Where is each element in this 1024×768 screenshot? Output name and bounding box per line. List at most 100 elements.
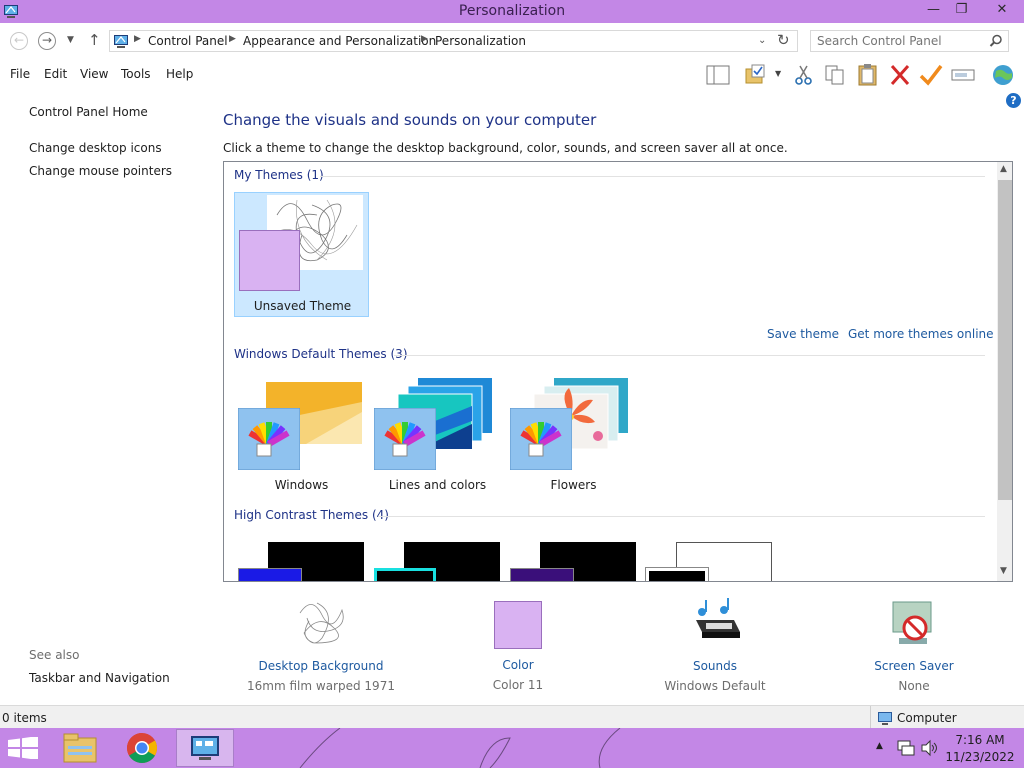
scroll-up-chevron-icon[interactable]: ▲ bbox=[1000, 164, 1007, 174]
properties-dropdown-chevron-icon[interactable]: ▼ bbox=[775, 69, 781, 78]
theme-high-contrast-2[interactable] bbox=[370, 542, 505, 581]
breadcrumb-personalization[interactable]: Personalization bbox=[435, 34, 526, 48]
setting-label[interactable]: Sounds bbox=[630, 659, 800, 673]
theme-color-swatch bbox=[510, 568, 574, 581]
theme-name: Flowers bbox=[550, 478, 597, 492]
status-divider bbox=[870, 706, 871, 729]
rename-icon[interactable] bbox=[950, 63, 976, 87]
theme-unsaved[interactable]: Unsaved Theme bbox=[234, 192, 369, 317]
search-box[interactable] bbox=[810, 30, 1009, 52]
theme-high-contrast-white[interactable] bbox=[642, 542, 777, 581]
theme-lines-and-colors[interactable]: Lines and colors bbox=[370, 372, 505, 497]
sounds-setting[interactable]: Sounds Windows Default bbox=[630, 598, 800, 693]
clock-time[interactable]: 7:16 AM bbox=[945, 733, 1015, 747]
setting-value: Color 11 bbox=[492, 678, 544, 692]
computer-icon bbox=[878, 712, 892, 725]
breadcrumb-control-panel[interactable]: Control Panel bbox=[148, 34, 228, 48]
scroll-down-chevron-icon[interactable]: ▼ bbox=[1000, 566, 1007, 576]
screen-saver-icon bbox=[892, 601, 932, 644]
taskbar-personalization-button[interactable] bbox=[176, 729, 234, 767]
show-hidden-icons-chevron-icon[interactable]: ▲ bbox=[876, 741, 883, 751]
address-dropdown-chevron-icon[interactable]: ⌄ bbox=[758, 35, 766, 46]
save-theme-link[interactable]: Save theme bbox=[767, 327, 839, 341]
change-mouse-pointers-link[interactable]: Change mouse pointers bbox=[29, 164, 172, 178]
color-setting[interactable]: Color Color 11 bbox=[433, 598, 603, 692]
delete-x-icon[interactable] bbox=[887, 63, 913, 87]
taskbar-navigation-link[interactable]: Taskbar and Navigation bbox=[29, 671, 170, 685]
breadcrumb-separator-icon[interactable]: ▶ bbox=[421, 34, 428, 44]
cut-scissors-icon[interactable] bbox=[791, 63, 817, 87]
properties-folder-icon[interactable] bbox=[744, 63, 770, 87]
file-explorer-icon[interactable] bbox=[62, 732, 98, 764]
checkmark-icon[interactable] bbox=[918, 63, 944, 87]
page-title: Change the visuals and sounds on your co… bbox=[223, 111, 597, 129]
help-question-icon[interactable]: ? bbox=[1006, 93, 1021, 108]
menu-file[interactable]: File bbox=[10, 67, 30, 81]
minimize-button[interactable]: — bbox=[920, 0, 947, 21]
volume-speaker-icon[interactable] bbox=[920, 739, 938, 757]
menu-view[interactable]: View bbox=[80, 67, 108, 81]
breadcrumb-separator-icon[interactable]: ▶ bbox=[229, 34, 236, 44]
get-more-themes-link[interactable]: Get more themes online bbox=[848, 327, 994, 341]
refresh-icon[interactable]: ↻ bbox=[777, 31, 790, 49]
high-contrast-themes-header[interactable]: High Contrast Themes (4) bbox=[234, 508, 389, 522]
back-button[interactable]: ← bbox=[10, 32, 28, 50]
close-button[interactable]: ✕ bbox=[980, 0, 1024, 21]
group-divider bbox=[320, 176, 985, 177]
forward-arrow-icon: → bbox=[41, 33, 53, 47]
group-divider bbox=[378, 516, 985, 517]
setting-value: None bbox=[898, 679, 930, 693]
breadcrumb-separator-icon[interactable]: ▶ bbox=[134, 34, 141, 44]
windows-default-themes-header[interactable]: Windows Default Themes (3) bbox=[234, 347, 408, 361]
menu-tools[interactable]: Tools bbox=[121, 67, 151, 81]
up-arrow-icon[interactable]: ↑ bbox=[88, 31, 101, 49]
taskbar: ▲ 7:16 AM 11/23/2022 bbox=[0, 728, 1024, 768]
themes-scrollbar[interactable]: ▲ ▼ bbox=[997, 162, 1012, 581]
change-desktop-icons-link[interactable]: Change desktop icons bbox=[29, 141, 162, 155]
status-bar: 0 items Computer bbox=[0, 705, 1024, 729]
see-also-heading: See also bbox=[29, 648, 80, 662]
themes-list[interactable]: My Themes (1) Unsaved Theme Save theme G… bbox=[223, 161, 1013, 582]
control-panel-home-link[interactable]: Control Panel Home bbox=[29, 105, 148, 119]
status-item-count: 0 items bbox=[2, 711, 47, 725]
setting-label[interactable]: Screen Saver bbox=[829, 659, 999, 673]
theme-name: Unsaved Theme bbox=[253, 299, 352, 313]
start-windows-icon[interactable] bbox=[8, 737, 38, 759]
desktop-background-icon bbox=[299, 602, 344, 644]
theme-color-swatch bbox=[239, 230, 300, 291]
search-icon[interactable] bbox=[989, 34, 1003, 48]
menu-help[interactable]: Help bbox=[166, 67, 193, 81]
theme-color-swatch bbox=[374, 568, 436, 581]
back-arrow-icon: ← bbox=[13, 33, 25, 47]
theme-name: Windows bbox=[274, 478, 329, 492]
setting-value: 16mm film warped 1971 bbox=[247, 679, 395, 693]
recent-locations-chevron-icon[interactable]: ▼ bbox=[67, 35, 74, 45]
search-input[interactable] bbox=[817, 33, 987, 49]
desktop-background-setting[interactable]: Desktop Background 16mm film warped 1971 bbox=[236, 598, 406, 693]
color-palette-icon bbox=[238, 408, 300, 470]
layout-pane-icon[interactable] bbox=[705, 63, 731, 87]
theme-flowers[interactable]: Flowers bbox=[506, 372, 641, 497]
theme-color-swatch bbox=[238, 568, 302, 581]
setting-label[interactable]: Color bbox=[433, 658, 603, 672]
theme-high-contrast-3[interactable] bbox=[506, 542, 641, 581]
restore-button[interactable]: ❐ bbox=[948, 0, 975, 21]
setting-label[interactable]: Desktop Background bbox=[236, 659, 406, 673]
network-icon[interactable] bbox=[897, 739, 915, 757]
paste-clipboard-icon[interactable] bbox=[855, 63, 881, 87]
globe-icon[interactable] bbox=[990, 63, 1016, 87]
theme-color-swatch bbox=[645, 567, 709, 581]
copy-icon[interactable] bbox=[822, 63, 848, 87]
menu-edit[interactable]: Edit bbox=[44, 67, 67, 81]
theme-high-contrast-1[interactable] bbox=[234, 542, 369, 581]
clock-date[interactable]: 11/23/2022 bbox=[945, 750, 1015, 764]
color-palette-icon bbox=[510, 408, 572, 470]
theme-windows[interactable]: Windows bbox=[234, 372, 369, 497]
scroll-thumb[interactable] bbox=[998, 180, 1012, 500]
chrome-icon[interactable] bbox=[126, 732, 158, 764]
screen-saver-setting[interactable]: Screen Saver None bbox=[829, 598, 999, 693]
address-bar[interactable]: ▶ Control Panel ▶ Appearance and Persona… bbox=[109, 30, 798, 52]
breadcrumb-appearance[interactable]: Appearance and Personalization bbox=[243, 34, 436, 48]
my-themes-header[interactable]: My Themes (1) bbox=[234, 168, 324, 182]
forward-button[interactable]: → bbox=[38, 32, 56, 50]
